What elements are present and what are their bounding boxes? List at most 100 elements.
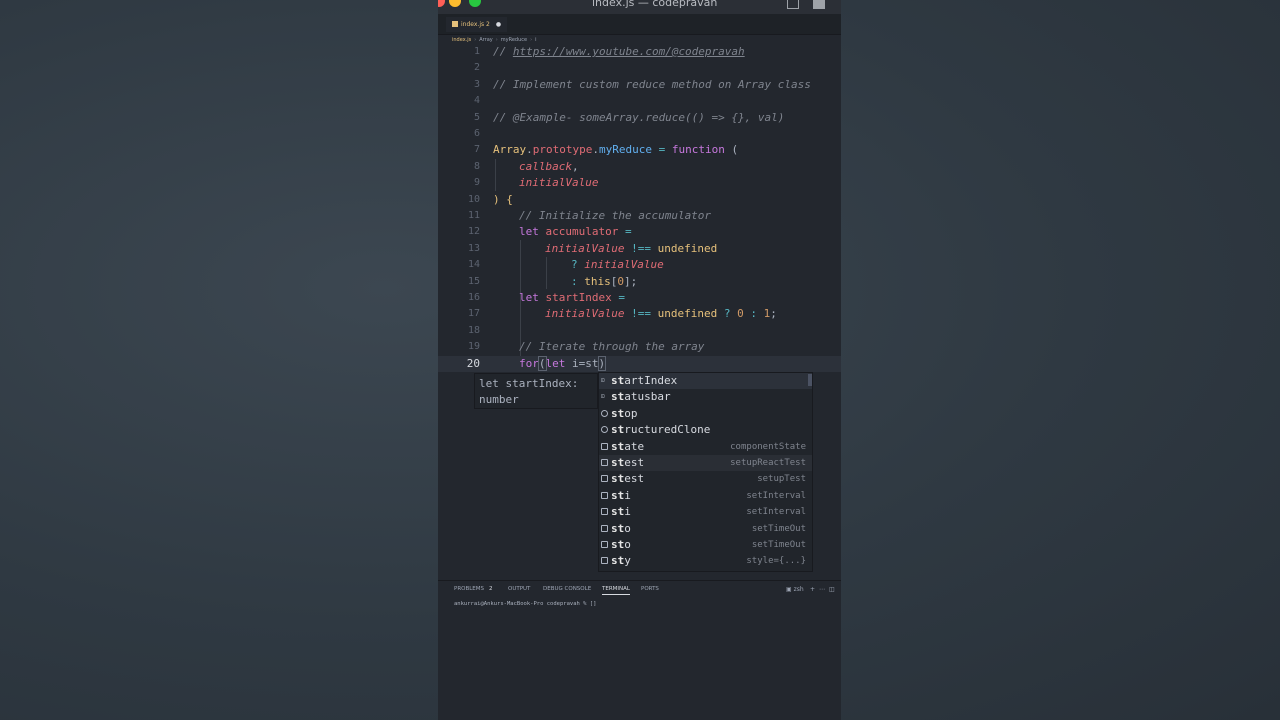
code-line[interactable]: 2 [438, 60, 841, 76]
suggestion-label: sty [611, 554, 631, 568]
code-line-active[interactable]: 20 for(let i=st) [438, 355, 841, 372]
suggestion-detail: setupReactTest [730, 458, 806, 468]
code-token: , [571, 159, 579, 173]
tab-ports[interactable]: PORTS [641, 586, 659, 592]
code-token: // @Example- someArray.reduce(() => {}, … [493, 110, 785, 124]
toggle-sidebar-icon[interactable] [787, 0, 799, 9]
code-line[interactable]: 9 initialValue [438, 175, 841, 191]
hover-tooltip: let startIndex: number [474, 373, 598, 409]
code-token: = [611, 291, 625, 304]
tab-bar: index.js 2 ● [438, 14, 841, 35]
suggestion-item[interactable]: stop [599, 406, 812, 422]
split-panel-icon[interactable]: ◫ [829, 586, 835, 593]
code-token: for [519, 356, 539, 370]
line-number: 2 [473, 62, 480, 74]
code-line[interactable]: 11 // Initialize the accumulator [438, 208, 841, 224]
suggestion-detail: componentState [730, 441, 806, 452]
code-line[interactable]: 8 callback, [438, 159, 841, 175]
hover-line: let startIndex: [479, 377, 579, 390]
code-line[interactable]: 17 initialValue !== undefined ? 0 : 1; [438, 306, 841, 322]
unsaved-dot-icon[interactable]: ● [496, 21, 501, 28]
tab-output[interactable]: OUTPUT [508, 586, 530, 592]
code-token: myReduce [598, 143, 652, 157]
code-token: ; [770, 307, 777, 321]
code-token: ) [597, 355, 607, 371]
code-token: // Iterate through the array [519, 340, 705, 354]
line-number: 16 [467, 292, 480, 303]
tab-terminal[interactable]: TERMINAL [602, 586, 630, 595]
suggestion-item[interactable]: sti setInterval [599, 488, 812, 504]
suggestion-label: statusbar [611, 390, 671, 404]
suggestion-detail: setInterval [746, 507, 806, 518]
code-line[interactable]: 5 // @Example- someArray.reduce(() => {},… [438, 110, 841, 126]
code-line[interactable]: 19 // Iterate through the array [438, 339, 841, 355]
suggestion-item[interactable]: state componentState [599, 439, 812, 455]
code-line[interactable]: 7 Array.prototype.myReduce = function ( [438, 142, 841, 158]
suggestion-label: sto [611, 538, 631, 551]
tab-debug-console[interactable]: DEBUG CONSOLE [543, 586, 591, 592]
code-line[interactable]: 1 // https://www.youtube.com/@codepravah [438, 44, 841, 60]
suggestion-item[interactable]: stest setupTest [599, 471, 812, 487]
tab-problems[interactable]: PROBLEMS 2 [454, 586, 493, 592]
tab-index-js[interactable]: index.js 2 ● [446, 17, 508, 32]
suggestion-item[interactable]: sty style={...} [599, 553, 812, 569]
variable-icon: ⊡ [601, 377, 605, 384]
code-token: : [571, 274, 585, 288]
toggle-panel-icon[interactable] [813, 0, 825, 9]
suggestion-item[interactable]: sto setTimeOut [599, 537, 812, 553]
suggestion-item[interactable]: sto setTimeOut [599, 521, 812, 537]
code-token: i=st [565, 356, 599, 370]
code-token: ? [717, 307, 738, 321]
line-number: 5 [473, 111, 480, 123]
code-token: // Implement custom reduce method on Arr… [493, 77, 811, 91]
code-line[interactable]: 4 [438, 93, 841, 109]
suggestion-item[interactable]: ⊡ statusbar [599, 389, 812, 405]
code-line[interactable]: 6 [438, 126, 841, 142]
code-link[interactable]: https://www.youtube.com/@codepravah [513, 45, 745, 58]
line-number: 20 [466, 356, 480, 370]
snippet-icon [601, 508, 608, 516]
code-line[interactable]: 12 let accumulator = [438, 224, 841, 240]
code-token: : [743, 307, 764, 321]
suggestion-label: stop [611, 406, 638, 420]
maximize-window-button[interactable] [469, 0, 481, 7]
code-token: ( [537, 355, 547, 371]
suggestion-item[interactable]: ⊡ startIndex [599, 373, 812, 390]
code-token: let [545, 356, 566, 370]
code-token: let [519, 291, 539, 304]
suggestion-item[interactable]: structuredClone [599, 422, 812, 438]
close-window-button[interactable] [438, 0, 445, 7]
code-token: ) { [493, 192, 513, 206]
new-terminal-icon[interactable]: + [810, 586, 815, 593]
minimize-window-button[interactable] [449, 0, 461, 7]
suggestion-label: structuredClone [611, 423, 711, 437]
suggestion-detail: setInterval [746, 490, 806, 501]
code-line[interactable]: 10) { [438, 192, 841, 208]
code-line[interactable]: 15: this[0]; [438, 274, 841, 290]
code-line[interactable]: 13 initialValue !== undefined [438, 241, 841, 257]
code-token: 0 [737, 307, 744, 321]
code-line[interactable]: 14? initialValue [438, 257, 841, 273]
breadcrumb-item[interactable]: i [535, 37, 536, 43]
terminal-prompt[interactable]: ankurrai@Ankurs-MacBook-Pro codepravah %… [454, 601, 596, 607]
code-token: undefined [650, 307, 718, 321]
suggestion-item[interactable]: sti setInterval [599, 504, 812, 520]
line-number: 1 [473, 46, 480, 57]
terminal-shell-icon[interactable]: ▣ zsh [786, 586, 804, 593]
suggestion-scrollbar[interactable] [808, 374, 812, 386]
code-line[interactable]: 3 // Implement custom reduce method on Ar… [438, 77, 841, 93]
breadcrumb-item[interactable]: Array [479, 37, 492, 43]
breadcrumb-item[interactable]: index.js [452, 37, 471, 43]
code-line[interactable]: 16 let startIndex = [438, 290, 841, 306]
more-actions-icon[interactable]: ⋯ [819, 586, 825, 593]
suggestion-item[interactable]: stest setupReactTest [599, 455, 812, 472]
suggestion-label: state [611, 439, 645, 453]
shell-label: zsh [793, 586, 804, 593]
code-token: this [584, 274, 611, 288]
code-line[interactable]: 18 [438, 323, 841, 339]
method-icon [601, 426, 608, 434]
code-token: // [493, 45, 513, 58]
suggestion-label: startIndex [611, 374, 678, 387]
snippet-icon [601, 459, 608, 466]
breadcrumb-item[interactable]: myReduce [501, 37, 527, 43]
